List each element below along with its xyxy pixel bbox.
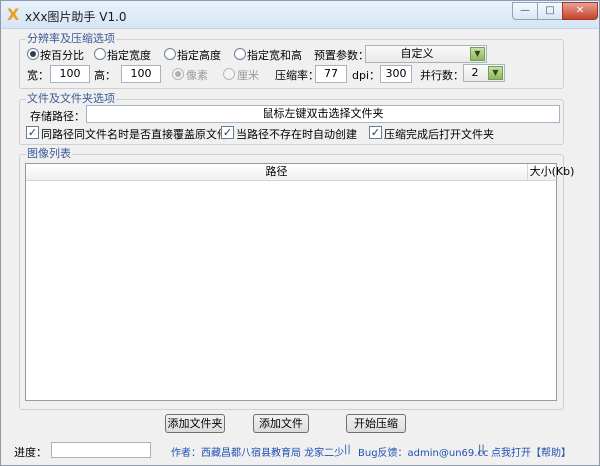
mode-height-label[interactable]: 指定高度 — [177, 47, 221, 63]
file-options-group: 文件及文件夹选项 存储路径： 鼠标左键双击选择文件夹 ✓ 同路径同文件名时是否直… — [19, 92, 564, 145]
add-folder-button[interactable]: 添加文件夹 — [165, 414, 225, 433]
height-input[interactable]: 100 — [121, 65, 161, 83]
image-list-legend: 图像列表 — [26, 147, 72, 161]
unit-cm-label[interactable]: 厘米 — [237, 67, 259, 83]
open-folder-label[interactable]: 压缩完成后打开文件夹 — [384, 126, 494, 142]
mode-width-height-radio[interactable] — [234, 48, 246, 60]
help-link[interactable]: 点我打开【帮助】 — [491, 444, 571, 459]
title-bar[interactable]: X xXx图片助手 V1.0 — □ ✕ — [1, 1, 599, 29]
mode-width-height-label[interactable]: 指定宽和高 — [247, 47, 302, 63]
threads-value: 2 — [471, 66, 479, 79]
feedback-link[interactable]: Bug反馈：admin@un69.cc — [358, 444, 488, 459]
app-window: X xXx图片助手 V1.0 — □ ✕ 分辨率及压缩选项 按百分比 指定宽度 … — [0, 0, 600, 466]
threads-label: 并行数： — [420, 69, 464, 82]
save-path-label: 存储路径： — [30, 110, 85, 123]
status-separator-2: || — [478, 444, 485, 455]
threads-select[interactable]: 2 ▼ — [463, 64, 505, 82]
mode-percent-label[interactable]: 按百分比 — [40, 47, 84, 63]
preset-select[interactable]: 自定义 ▼ — [365, 45, 487, 63]
open-folder-checkbox[interactable]: ✓ — [369, 126, 382, 139]
auto-create-checkbox[interactable]: ✓ — [221, 126, 234, 139]
compression-label: 压缩率： — [275, 69, 319, 82]
dpi-input[interactable]: 300 — [380, 65, 412, 83]
preset-label: 预置参数： — [314, 49, 369, 62]
width-label: 宽： — [27, 69, 49, 82]
unit-pixel-radio[interactable] — [172, 68, 184, 80]
image-list-header: 路径 大小(Kb) — [26, 164, 574, 181]
maximize-button[interactable]: □ — [537, 2, 563, 20]
width-input[interactable]: 100 — [50, 65, 90, 83]
unit-pixel-label[interactable]: 像素 — [186, 67, 208, 83]
compression-input[interactable]: 77 — [315, 65, 347, 83]
auto-create-label[interactable]: 当路径不存在时自动创建 — [236, 126, 357, 142]
chevron-down-icon[interactable]: ▼ — [470, 47, 485, 61]
progress-label: 进度： — [14, 446, 47, 459]
window-title: xXx图片助手 V1.0 — [25, 10, 127, 24]
close-button[interactable]: ✕ — [562, 2, 598, 20]
overwrite-checkbox[interactable]: ✓ — [26, 126, 39, 139]
mode-width-label[interactable]: 指定宽度 — [107, 47, 151, 63]
height-label: 高： — [94, 69, 116, 82]
progress-bar — [51, 442, 151, 458]
column-header-size[interactable]: 大小(Kb) — [529, 164, 575, 180]
mode-width-radio[interactable] — [94, 48, 106, 60]
start-compress-button[interactable]: 开始压缩 — [346, 414, 406, 433]
resolution-group: 分辨率及压缩选项 按百分比 指定宽度 指定高度 指定宽和高 预置参数： 自定义 … — [19, 32, 564, 89]
save-path-input[interactable]: 鼠标左键双击选择文件夹 — [86, 105, 560, 123]
image-list[interactable]: 路径 大小(Kb) — [25, 163, 574, 401]
unit-cm-radio[interactable] — [223, 68, 235, 80]
author-text: 作者：西藏昌都八宿县教育局 龙家二少 — [171, 448, 345, 459]
overwrite-label[interactable]: 同路径同文件名时是否直接覆盖原文件 — [41, 126, 228, 142]
column-header-path[interactable]: 路径 — [26, 164, 528, 180]
minimize-button[interactable]: — — [512, 2, 538, 20]
chevron-down-icon[interactable]: ▼ — [488, 66, 503, 80]
dpi-label: dpi： — [352, 69, 381, 82]
mode-percent-radio[interactable] — [27, 48, 39, 60]
app-icon: X — [7, 5, 20, 24]
mode-height-radio[interactable] — [164, 48, 176, 60]
preset-value: 自定义 — [400, 47, 434, 60]
file-options-legend: 文件及文件夹选项 — [26, 92, 116, 106]
resolution-group-legend: 分辨率及压缩选项 — [26, 32, 116, 46]
status-separator-1: || — [344, 444, 351, 455]
add-file-button[interactable]: 添加文件 — [253, 414, 309, 433]
